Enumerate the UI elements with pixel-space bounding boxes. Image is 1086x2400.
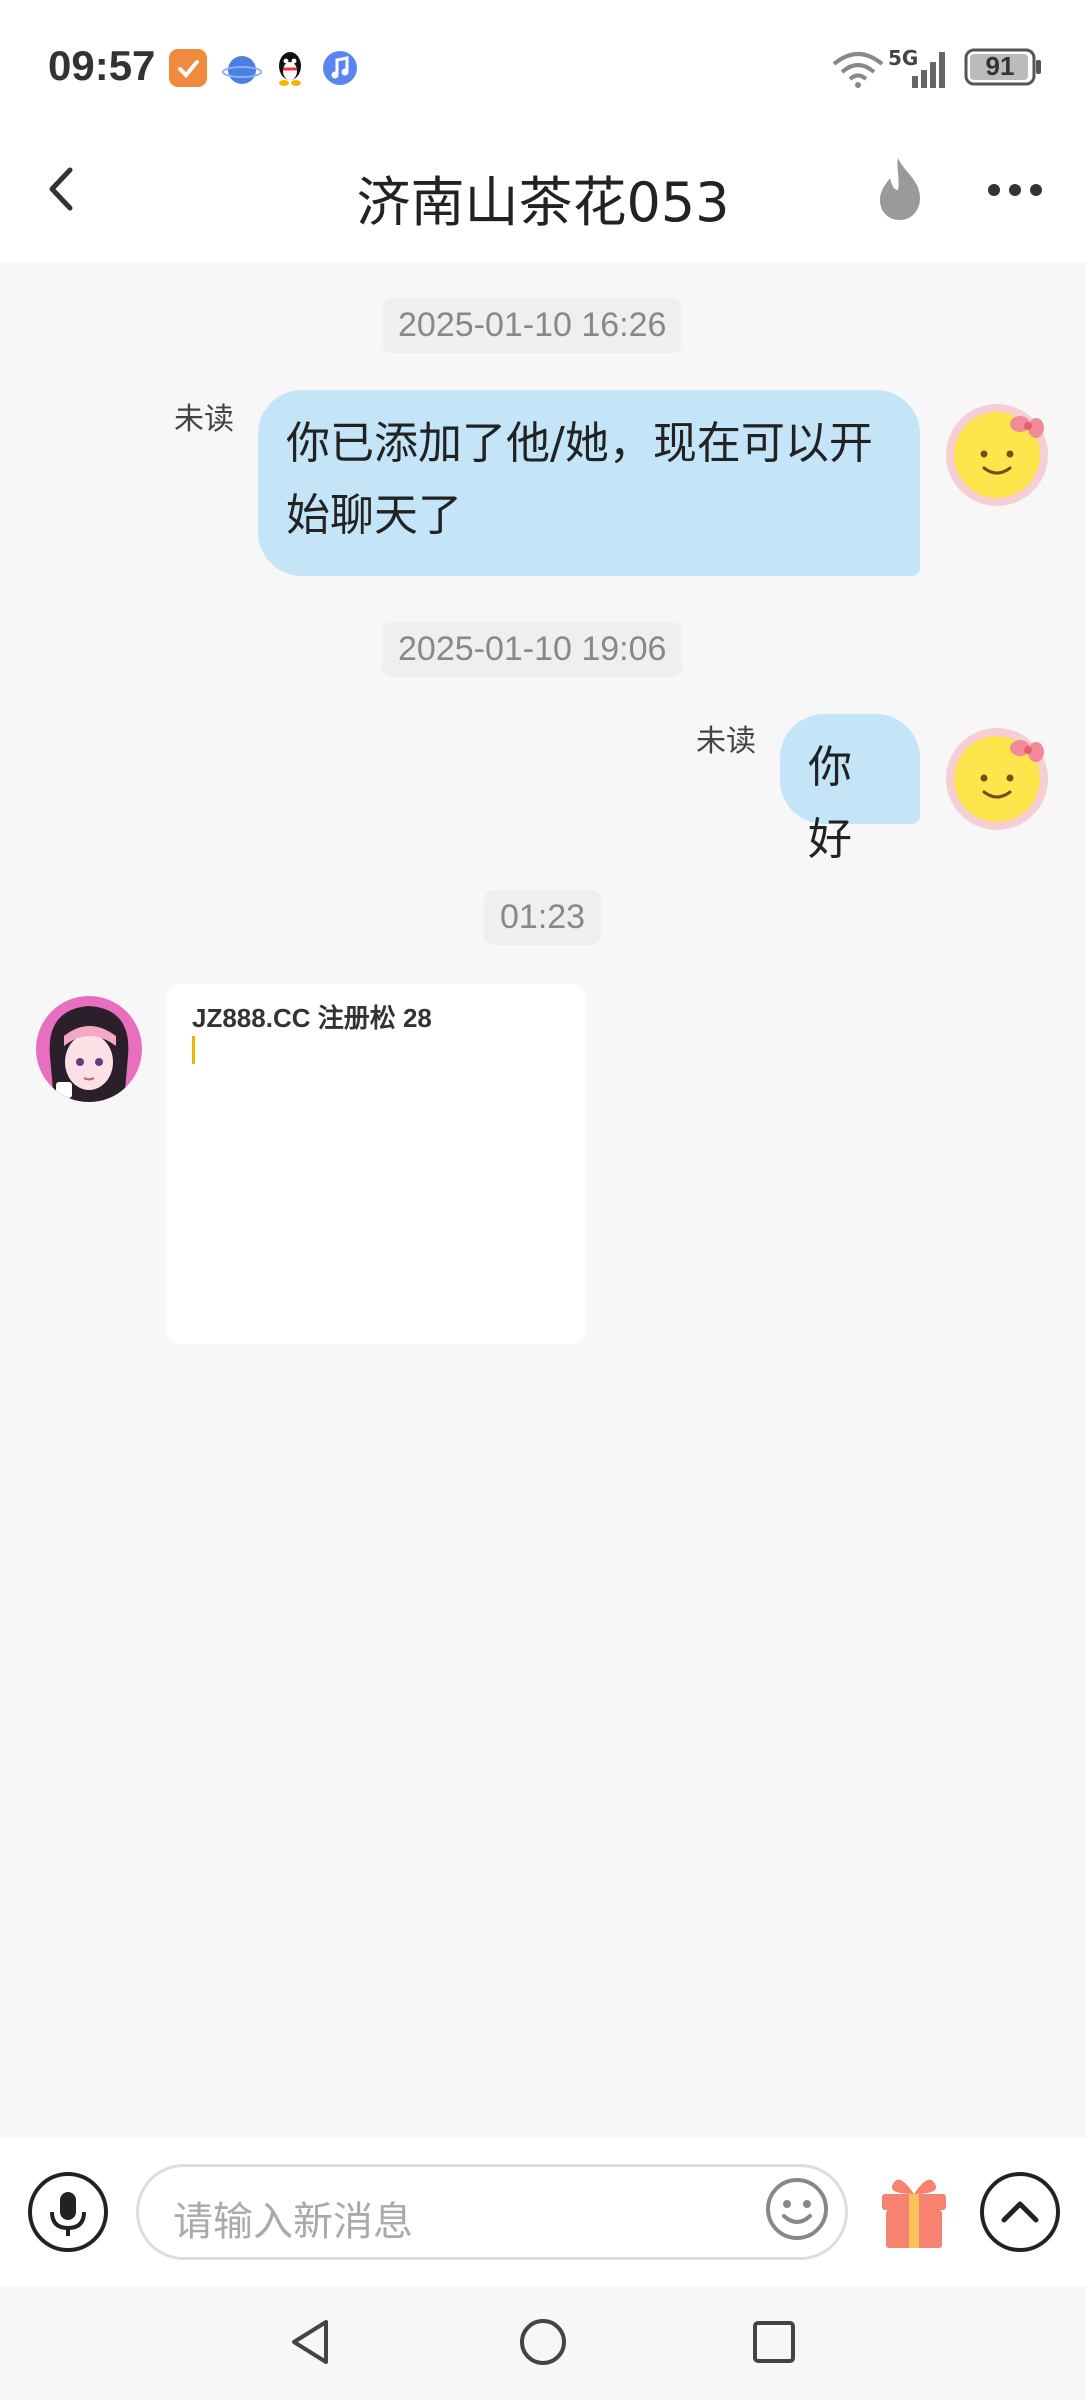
message-card[interactable]: JZ888.CC 注册松 28 — [166, 984, 586, 1344]
battery-level: 91 — [985, 51, 1015, 81]
wifi-icon — [830, 48, 886, 92]
self-avatar-smiley-icon[interactable] — [944, 726, 1050, 832]
status-time: 09:57 — [48, 42, 156, 89]
read-status: 未读 — [696, 724, 756, 759]
message-line: 你好 — [808, 742, 852, 865]
home-circle-icon[interactable] — [515, 2314, 571, 2370]
music-app-icon — [320, 48, 360, 88]
text-caret — [192, 1036, 195, 1064]
gift-icon[interactable] — [876, 2166, 952, 2252]
chat-header: 济南山茶花053 — [0, 130, 1086, 262]
read-status: 未读 — [174, 402, 234, 437]
qq-penguin-icon — [270, 48, 310, 88]
system-nav-bar — [0, 2286, 1086, 2400]
network-type: 5G — [888, 46, 919, 70]
battery-icon: 91 — [964, 48, 1044, 86]
card-text: JZ888.CC 注册松 28 — [192, 1003, 432, 1033]
contact-avatar[interactable] — [36, 996, 142, 1102]
microphone-icon[interactable] — [28, 2172, 108, 2252]
message-line: 你已添加了他/她，现在可以开 — [286, 418, 873, 469]
blue-dot-app-icon — [222, 48, 262, 88]
message-bubble[interactable]: 你好 — [780, 714, 920, 865]
shield-app-icon — [168, 48, 208, 88]
recents-square-icon[interactable] — [746, 2314, 802, 2370]
self-avatar-smiley-icon[interactable] — [944, 402, 1050, 508]
emoji-icon[interactable] — [762, 2174, 832, 2244]
message-bubble[interactable]: 你已添加了他/她，现在可以开 始聊天了 — [258, 390, 920, 576]
message-timestamp: 01:23 — [484, 890, 602, 945]
message-timestamp: 2025-01-10 16:26 — [382, 298, 683, 353]
message-line: 始聊天了 — [286, 490, 462, 541]
chat-area[interactable]: 2025-01-10 16:26 未读 你已添加了他/她，现在可以开 始聊天了 … — [0, 262, 1086, 2138]
message-input[interactable]: 请输入新消息 — [136, 2164, 848, 2260]
status-bar: 09:57 5G 91 — [0, 0, 1086, 130]
back-triangle-icon[interactable] — [284, 2314, 340, 2370]
fire-icon[interactable] — [868, 154, 932, 224]
chevron-up-icon[interactable] — [980, 2172, 1060, 2252]
more-dots-icon[interactable] — [980, 160, 1050, 220]
input-bar: 请输入新消息 — [0, 2138, 1086, 2286]
input-placeholder: 请输入新消息 — [173, 2199, 413, 2245]
message-timestamp: 2025-01-10 19:06 — [382, 622, 683, 677]
